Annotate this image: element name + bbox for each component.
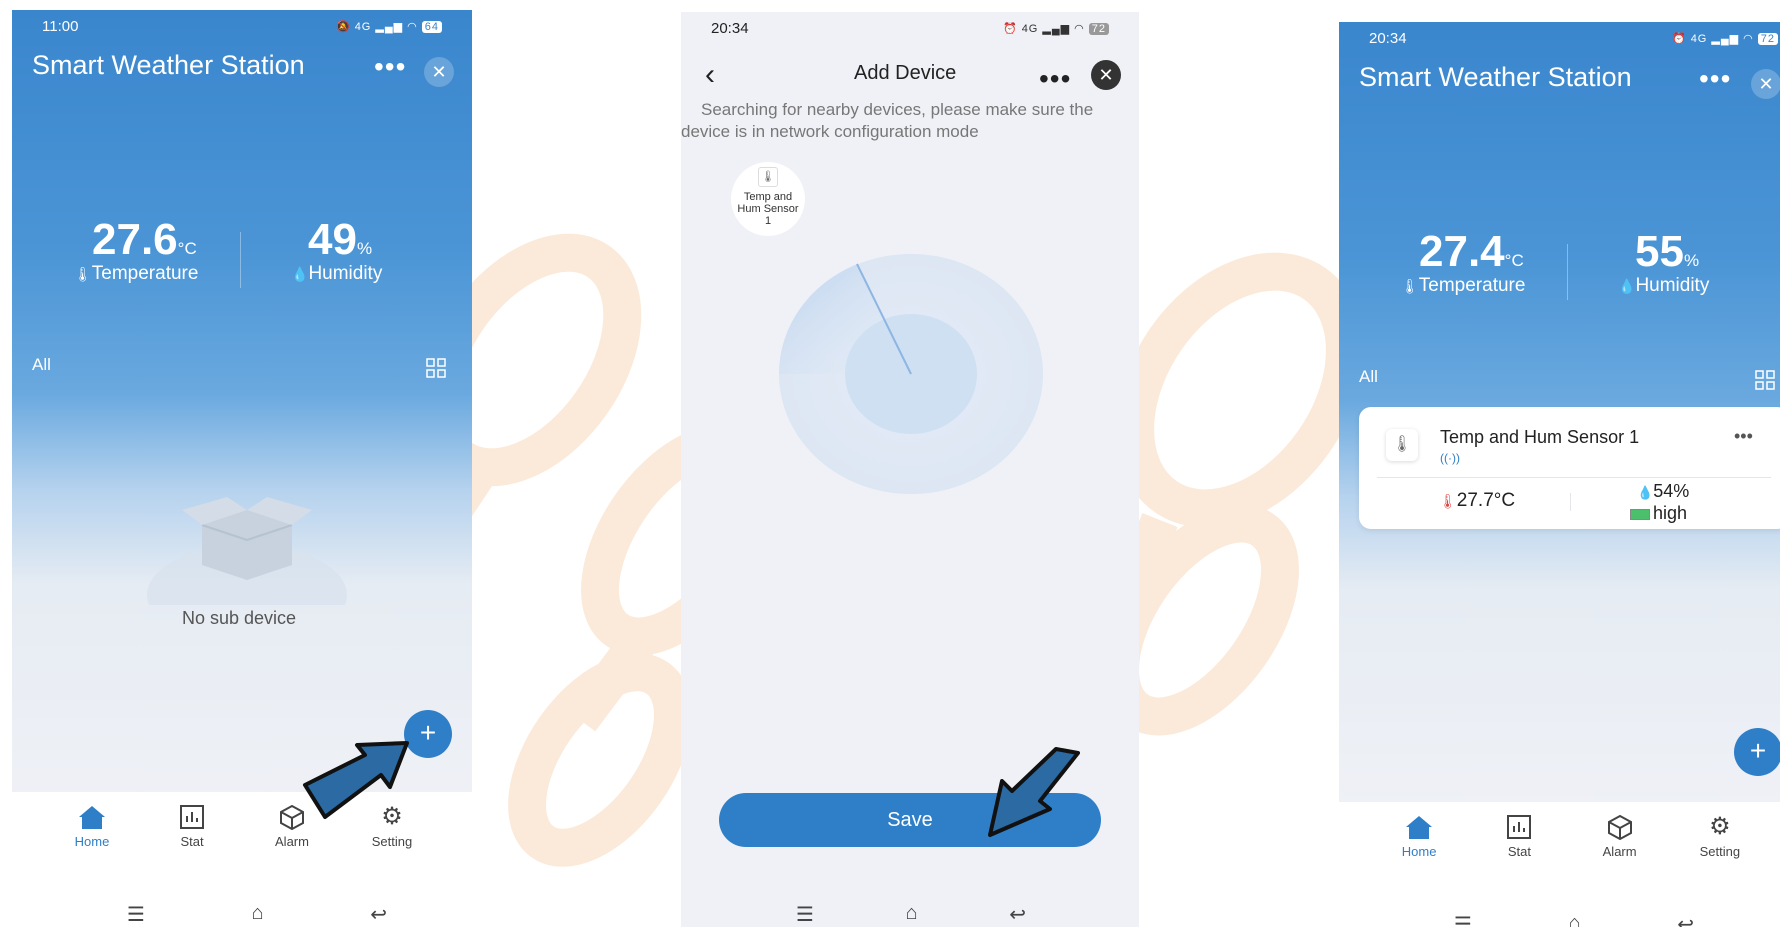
- device-icon: 🌡: [1386, 429, 1418, 461]
- device-battery: high: [1630, 503, 1687, 524]
- nav-home[interactable]: Home: [1369, 802, 1469, 882]
- device-humidity: 💧54%: [1637, 481, 1690, 501]
- menu-icon[interactable]: ☰: [1454, 912, 1472, 927]
- system-nav-bar: ☰ ⌂ ↩: [1454, 912, 1694, 927]
- humidity-value: 55%: [1635, 227, 1700, 276]
- close-button[interactable]: ✕: [1091, 60, 1121, 90]
- temperature-value: 27.6°C: [92, 215, 197, 264]
- nav-home[interactable]: Home: [42, 792, 142, 872]
- bar-chart-icon: [1507, 815, 1532, 839]
- alarm-clock-icon: ⏰: [1671, 33, 1687, 45]
- back-icon[interactable]: ↩: [1677, 912, 1694, 927]
- thermometer-icon: 🌡: [1401, 278, 1419, 294]
- app-title: Smart Weather Station: [32, 50, 305, 80]
- signal-icon: 4G ▂▄▆: [1021, 23, 1071, 35]
- status-bar-icons: 🔕 4G ▂▄▆ ◠ 64: [336, 20, 442, 33]
- back-icon[interactable]: ↩: [370, 902, 387, 927]
- home-outline-icon[interactable]: ⌂: [1569, 912, 1581, 927]
- home-outline-icon[interactable]: ⌂: [906, 902, 918, 927]
- system-nav-bar: ☰ ⌂ ↩: [127, 902, 387, 927]
- device-card[interactable]: 🌡 Temp and Hum Sensor 1 ((·)) ••• 🌡27.7°…: [1359, 407, 1780, 529]
- home-icon: [1406, 816, 1433, 839]
- droplet-icon: 💧: [1637, 485, 1654, 500]
- humidity-label: 💧Humidity: [291, 263, 383, 284]
- wifi-icon: ◠: [1074, 23, 1085, 35]
- wifi-icon: ◠: [1743, 33, 1754, 45]
- device-more-icon[interactable]: •••: [1734, 427, 1753, 445]
- found-device-name: Temp and Hum Sensor 1: [737, 191, 799, 227]
- battery-icon: 72: [1757, 32, 1778, 45]
- temperature-label: 🌡Temperature: [74, 263, 199, 284]
- battery-icon: 64: [421, 20, 442, 33]
- card-vdivider: [1570, 493, 1571, 511]
- device-temperature: 🌡27.7°C: [1439, 490, 1516, 511]
- card-divider: [1377, 477, 1771, 478]
- droplet-icon: 💧: [1618, 278, 1636, 294]
- app-title: Smart Weather Station: [1359, 62, 1632, 92]
- home-outline-icon[interactable]: ⌂: [252, 902, 264, 927]
- signal-icon: 4G ▂▄▆: [1690, 33, 1740, 45]
- status-bar-icons: ⏰ 4G ▂▄▆ ◠ 72: [1672, 32, 1778, 45]
- grid-view-icon[interactable]: [426, 358, 446, 378]
- close-button[interactable]: ✕: [424, 57, 454, 87]
- alarm-clock-icon: ⏰: [1002, 23, 1018, 35]
- back-icon[interactable]: ↩: [1009, 902, 1026, 927]
- metrics-divider: [240, 232, 241, 288]
- device-name: Temp and Hum Sensor 1: [1440, 427, 1640, 447]
- humidity-label: 💧Humidity: [1618, 275, 1710, 296]
- close-button[interactable]: ✕: [1751, 69, 1780, 99]
- mute-icon: 🔕: [335, 21, 351, 33]
- search-hint: Searching for nearby devices, please mak…: [681, 100, 1094, 141]
- status-time: 20:34: [1369, 30, 1407, 47]
- wifi-icon: ◠: [407, 21, 418, 33]
- phone-screen-home-with-device: 20:34 ⏰ 4G ▂▄▆ ◠ 72 Smart Weather Statio…: [1339, 22, 1780, 927]
- more-options-icon[interactable]: •••: [1039, 65, 1071, 93]
- menu-icon[interactable]: ☰: [796, 902, 814, 927]
- nav-alarm[interactable]: Alarm: [1570, 802, 1670, 882]
- found-device-bubble[interactable]: 🌡 Temp and Hum Sensor 1: [731, 162, 805, 236]
- more-options-icon[interactable]: •••: [1699, 65, 1731, 93]
- thermometer-icon: 🌡: [1439, 493, 1457, 509]
- back-chevron-icon[interactable]: ‹: [705, 58, 715, 92]
- empty-state-text: No sub device: [182, 608, 297, 628]
- bottom-nav: Home Stat Alarm ⚙ Setting: [1339, 802, 1780, 882]
- temperature-value: 27.4°C: [1419, 227, 1524, 276]
- status-time: 20:34: [711, 20, 749, 37]
- radar-scan-animation: [778, 254, 1043, 494]
- page-title: Add Device: [854, 62, 957, 84]
- metrics-divider: [1567, 244, 1568, 300]
- grid-view-icon[interactable]: [1755, 370, 1775, 390]
- signal-icon: 4G ▂▄▆: [354, 21, 404, 33]
- battery-icon: [1630, 508, 1650, 520]
- cube-icon: [1607, 814, 1632, 840]
- pointer-arrow-to-save: [988, 747, 1080, 837]
- filter-all-tab[interactable]: All: [1359, 367, 1378, 387]
- droplet-icon: 💧: [291, 266, 309, 282]
- humidity-value: 49%: [308, 215, 373, 264]
- nav-setting[interactable]: ⚙ Setting: [1670, 802, 1770, 882]
- more-options-icon[interactable]: •••: [374, 53, 406, 81]
- nav-stat[interactable]: Stat: [1469, 802, 1569, 882]
- thermometer-icon: 🌡: [758, 167, 778, 187]
- thermometer-icon: 🌡: [74, 266, 92, 282]
- menu-icon[interactable]: ☰: [127, 902, 145, 927]
- gear-icon: ⚙: [1709, 813, 1731, 840]
- pointer-arrow-to-add: [303, 741, 409, 819]
- status-bar-icons: ⏰ 4G ▂▄▆ ◠ 72: [1003, 22, 1109, 35]
- status-time: 11:00: [42, 18, 79, 35]
- temperature-label: 🌡Temperature: [1401, 275, 1526, 296]
- add-device-button[interactable]: +: [1734, 728, 1780, 776]
- battery-icon: 72: [1088, 22, 1109, 35]
- filter-all-tab[interactable]: All: [32, 355, 51, 375]
- nav-stat[interactable]: Stat: [142, 792, 242, 872]
- bar-chart-icon: [180, 805, 204, 829]
- system-nav-bar: ☰ ⌂ ↩: [796, 902, 1026, 927]
- empty-box-illustration: [147, 497, 347, 605]
- home-icon: [79, 806, 105, 829]
- signal-waves-icon: ((·)): [1440, 451, 1460, 465]
